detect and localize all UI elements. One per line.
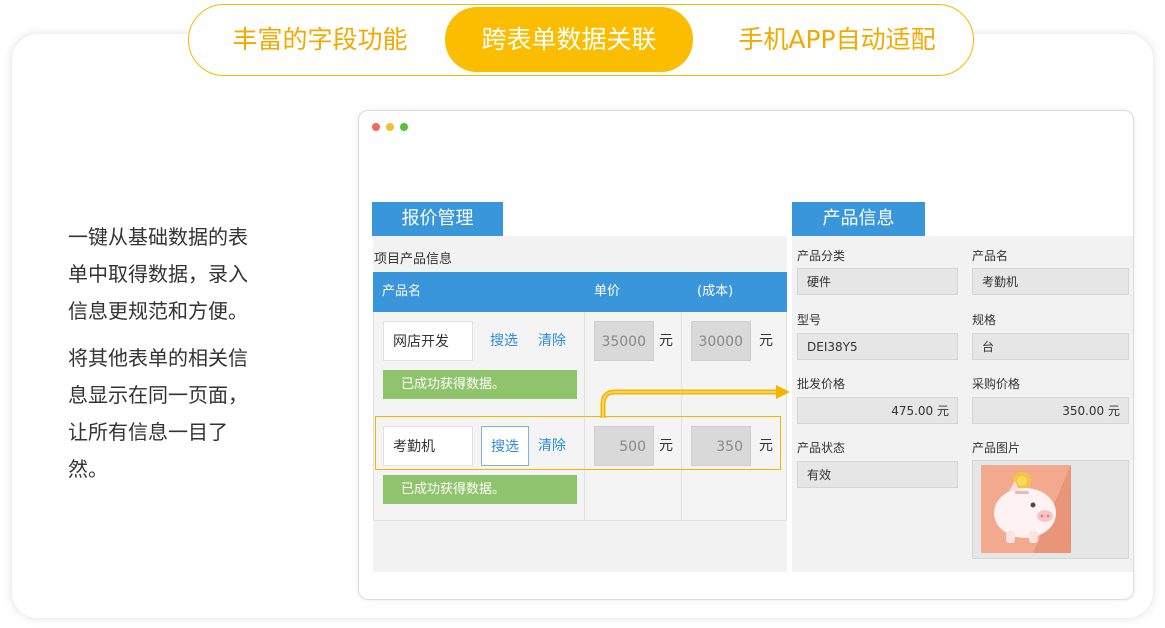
window-close-dot <box>372 123 380 131</box>
description-line: 息显示在同一页面， <box>68 383 248 407</box>
clear-link[interactable]: 清除 <box>538 321 566 361</box>
tab-mobile-app[interactable]: 手机APP自动适配 <box>701 5 973 74</box>
product-name-input[interactable]: 网店开发 <box>383 321 473 361</box>
field-value-spec: 台 <box>972 333 1129 360</box>
field-label-model: 型号 <box>797 313 822 327</box>
description-line: 一键从基础数据的表 <box>68 225 248 249</box>
piggy-bank-image <box>981 465 1071 553</box>
currency-label: 元 <box>759 333 773 349</box>
quote-panel-title: 报价管理 <box>372 202 503 236</box>
column-header-price: 单价 <box>594 284 621 299</box>
quote-table-header: 产品名 单价 (成本) <box>373 272 787 312</box>
product-panel-title: 产品信息 <box>792 202 925 236</box>
description-paragraph-1: 一键从基础数据的表 单中取得数据，录入 信息更规范和方便。 <box>68 219 288 330</box>
price-field[interactable]: 500 <box>594 426 654 466</box>
product-image-box <box>972 460 1129 559</box>
description-line: 让所有信息一目了 <box>68 420 228 444</box>
clear-link[interactable]: 清除 <box>538 426 566 466</box>
currency-label: 元 <box>759 438 773 454</box>
description-line: 将其他表单的相关信 <box>68 346 248 370</box>
search-select-link[interactable]: 搜选 <box>490 321 518 361</box>
description-line: 然。 <box>68 457 108 481</box>
price-field[interactable]: 35000 <box>594 321 654 361</box>
field-label-status: 产品状态 <box>797 441 846 455</box>
field-value-status: 有效 <box>797 461 958 488</box>
tab-cross-form-link[interactable]: 跨表单数据关联 <box>445 7 693 72</box>
field-value-purchase: 350.00 元 <box>972 397 1129 424</box>
field-label-name: 产品名 <box>972 249 1009 263</box>
field-value-wholesale: 475.00 元 <box>797 397 958 424</box>
description-line: 单中取得数据，录入 <box>68 262 248 286</box>
description-line: 信息更规范和方便。 <box>68 299 248 323</box>
field-value-category: 硬件 <box>797 268 958 295</box>
cost-field[interactable]: 30000 <box>691 321 751 361</box>
field-label-category: 产品分类 <box>797 249 846 263</box>
window-maximize-dot <box>400 123 408 131</box>
quote-subtitle: 项目产品信息 <box>374 252 453 267</box>
product-name-input[interactable]: 考勤机 <box>383 426 473 466</box>
field-value-name: 考勤机 <box>972 268 1129 295</box>
success-message: 已成功获得数据。 <box>383 370 577 399</box>
tab-rich-fields[interactable]: 丰富的字段功能 <box>203 5 437 74</box>
window-minimize-dot <box>386 123 394 131</box>
field-value-model: DEI38Y5 <box>797 333 958 360</box>
field-label-wholesale: 批发价格 <box>797 377 846 391</box>
column-header-product: 产品名 <box>382 284 422 299</box>
description-paragraph-2: 将其他表单的相关信 息显示在同一页面， 让所有信息一目了 然。 <box>68 340 288 488</box>
column-header-cost: (成本) <box>697 284 734 299</box>
currency-label: 元 <box>659 333 673 349</box>
cost-field[interactable]: 350 <box>691 426 751 466</box>
field-label-image: 产品图片 <box>972 441 1021 455</box>
currency-label: 元 <box>659 438 673 454</box>
link-arrow-icon <box>600 385 790 418</box>
feature-tabs: 丰富的字段功能 跨表单数据关联 手机APP自动适配 <box>188 4 974 76</box>
field-label-spec: 规格 <box>972 313 997 327</box>
success-message: 已成功获得数据。 <box>383 475 577 504</box>
field-label-purchase: 采购价格 <box>972 377 1021 391</box>
search-select-button[interactable]: 搜选 <box>481 426 529 466</box>
